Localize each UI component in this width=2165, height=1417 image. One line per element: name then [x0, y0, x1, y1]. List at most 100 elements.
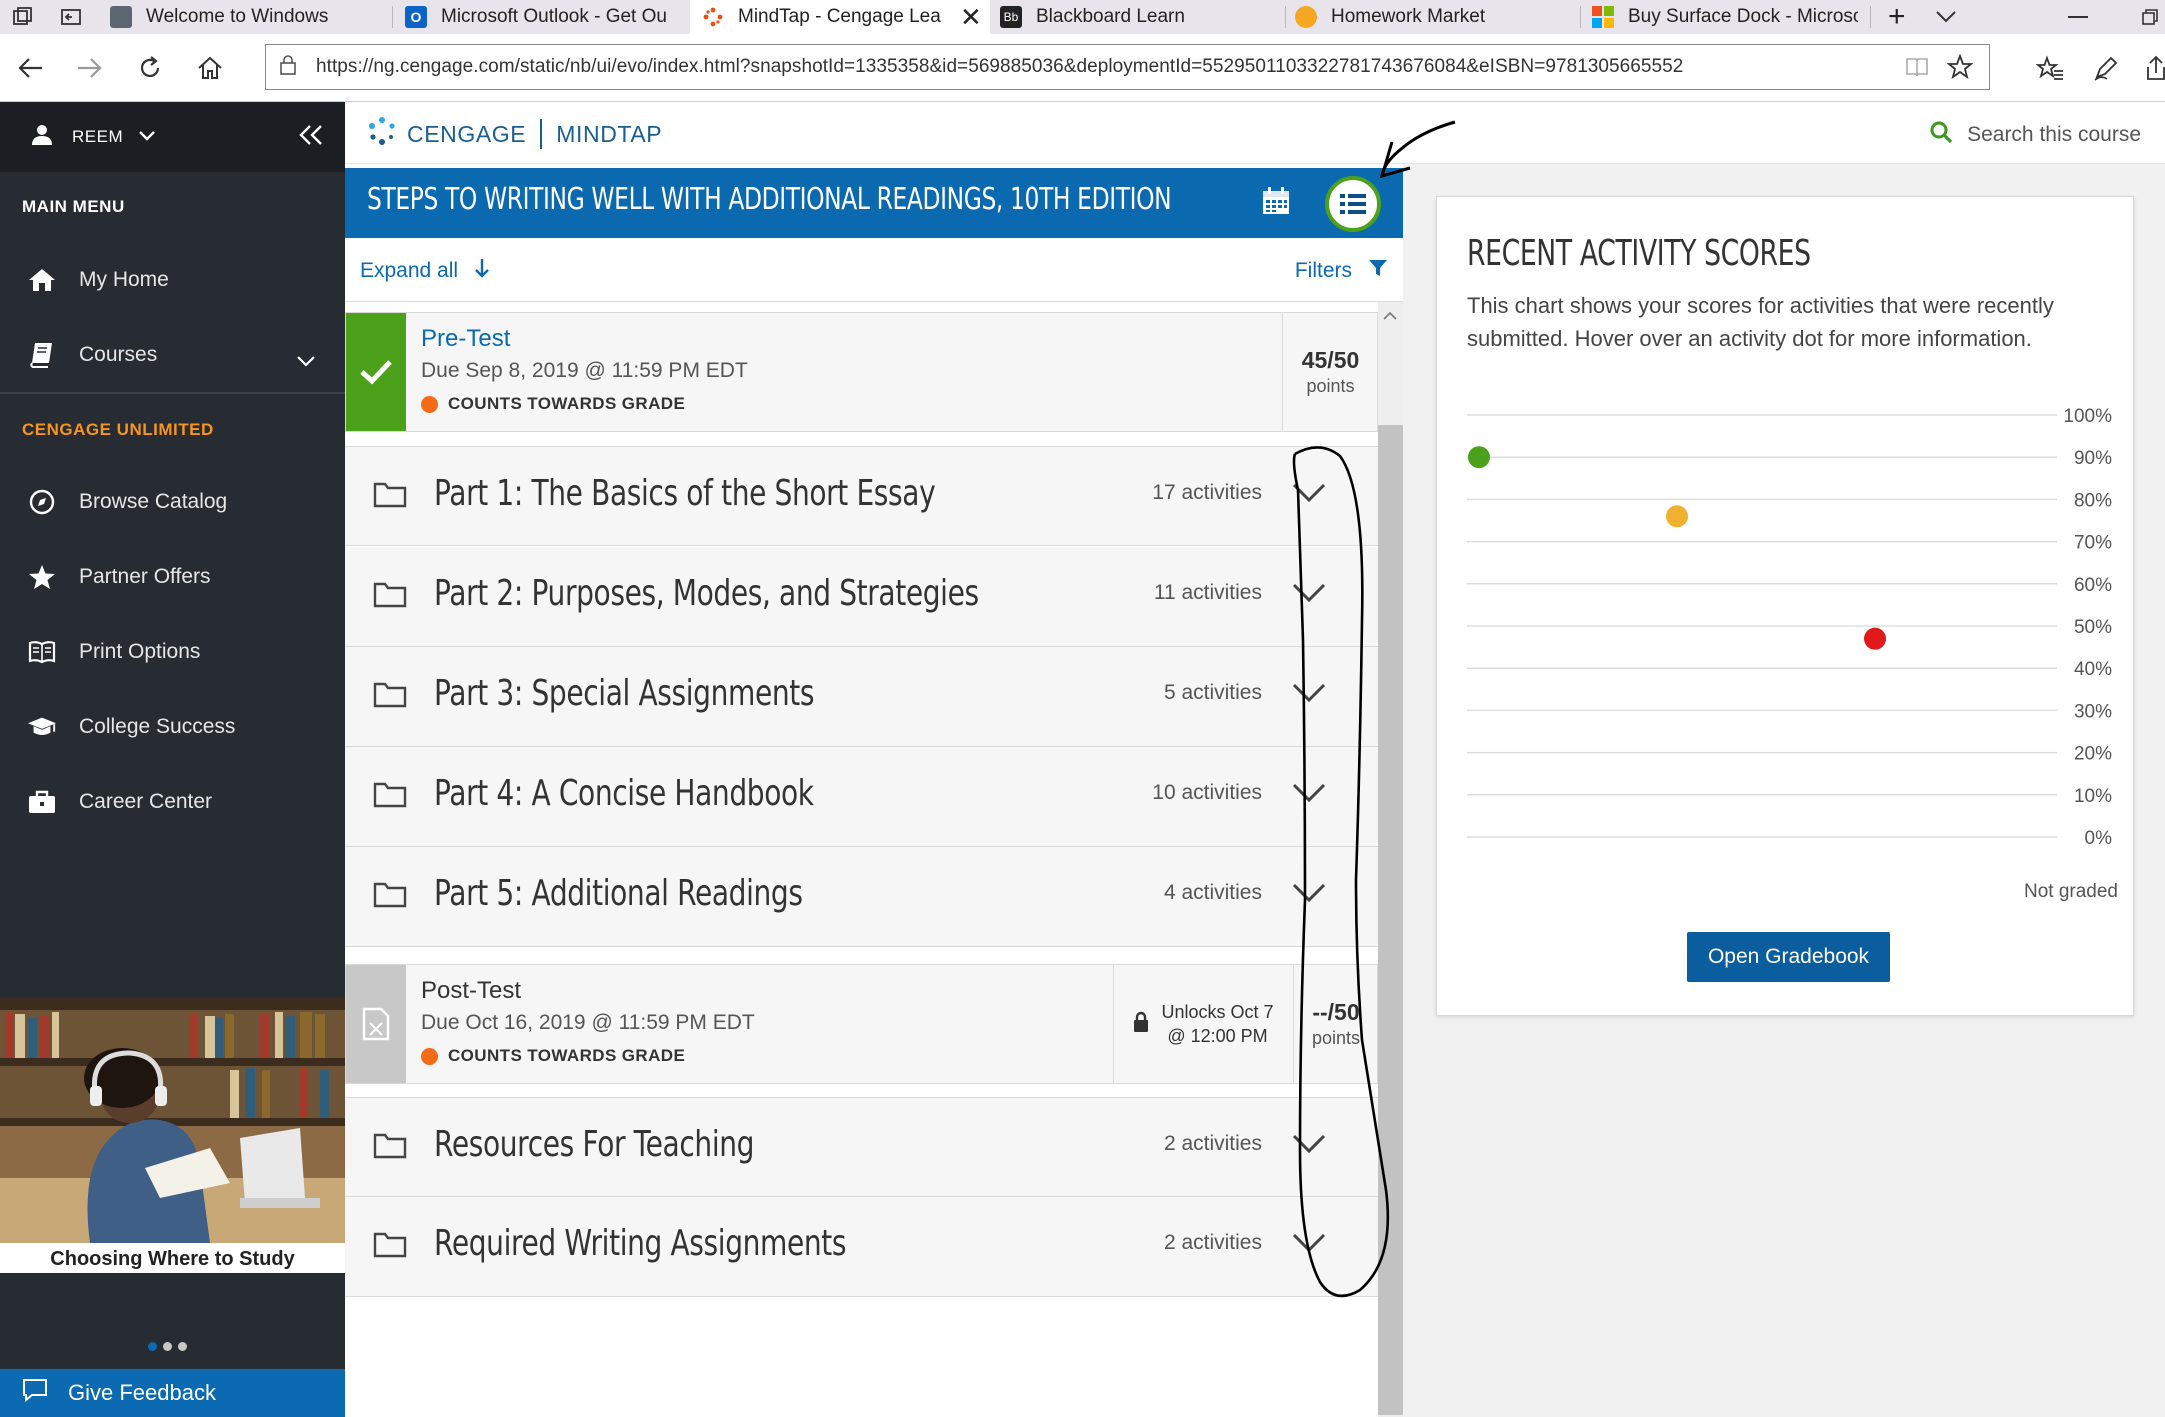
refresh-icon[interactable]	[130, 48, 170, 88]
tab-3[interactable]: Bb Blackboard Learn	[1000, 0, 1285, 34]
score-value: --/50	[1312, 999, 1360, 1025]
expand-chevron-icon[interactable]	[1292, 583, 1326, 603]
folder-icon	[373, 782, 407, 808]
unlock-time: @ 12:00 PM	[1167, 1026, 1268, 1046]
folder-icon	[373, 882, 407, 908]
set-aside-tabs-icon[interactable]	[60, 0, 90, 34]
chart-y-tick-label: 0%	[2085, 828, 2113, 849]
scroll-up-arrow-icon[interactable]	[1383, 308, 1397, 326]
collapse-sidebar-icon[interactable]	[299, 124, 323, 151]
unit-part-5[interactable]: Part 5: Additional Readings 4 activities	[345, 847, 1378, 947]
grade-label: COUNTS TOWARDS GRADE	[448, 394, 686, 413]
not-graded-label: Not graded	[2023, 881, 2118, 902]
list-view-icon[interactable]	[1325, 176, 1381, 232]
sidebar-divider	[0, 392, 345, 394]
activity-score-dot[interactable]	[1666, 505, 1688, 528]
unit-part-4[interactable]: Part 4: A Concise Handbook 10 activities	[345, 747, 1378, 847]
tab-2-active[interactable]: MindTap - Cengage Lea ✕	[690, 0, 990, 34]
tab-label: Welcome to Windows	[146, 6, 329, 27]
new-tab-icon[interactable]: +	[1888, 0, 1918, 34]
tab-4[interactable]: Homework Market	[1295, 0, 1580, 34]
grade-dot-icon	[421, 395, 438, 413]
microsoft-icon	[1592, 6, 1614, 28]
unit-part-1[interactable]: Part 1: The Basics of the Short Essay 17…	[345, 446, 1378, 546]
favorite-star-icon[interactable]	[1946, 53, 1974, 85]
posttest-title[interactable]: Post-Test	[421, 977, 521, 1005]
chat-bubble-icon	[22, 1378, 48, 1408]
sidebar-item-browse-catalog[interactable]: Browse Catalog	[0, 472, 345, 532]
posttest-score: --/50 points	[1293, 965, 1378, 1083]
sidebar-item-career-center[interactable]: Career Center	[0, 772, 345, 832]
favorites-hub-icon[interactable]	[2030, 48, 2070, 88]
share-icon[interactable]	[2136, 48, 2165, 88]
expand-chevron-icon[interactable]	[1292, 783, 1326, 803]
tab-separator	[1285, 6, 1286, 28]
course-search[interactable]: Search this course	[1929, 120, 2141, 150]
url-text: https://ng.cengage.com/static/nb/ui/evo/…	[316, 56, 1684, 77]
unit-resources-for-teaching[interactable]: Resources For Teaching 2 activities	[345, 1097, 1378, 1197]
sidebar-item-my-home[interactable]: My Home	[0, 250, 345, 310]
unit-title: Part 2: Purposes, Modes, and Strategies	[434, 573, 979, 614]
forward-icon[interactable]	[70, 48, 110, 88]
calendar-icon[interactable]	[1262, 187, 1290, 220]
expand-chevron-icon[interactable]	[1292, 1233, 1326, 1253]
unit-part-3[interactable]: Part 3: Special Assignments 5 activities	[345, 647, 1378, 747]
back-icon[interactable]	[10, 48, 50, 88]
sidebar-item-college-success[interactable]: College Success	[0, 697, 345, 757]
brand-divider	[540, 119, 543, 149]
promo-card[interactable]: Choosing Where to Study	[0, 998, 345, 1273]
unlock-info: Unlocks Oct 7 @ 12:00 PM	[1113, 965, 1293, 1083]
pen-annotate-icon[interactable]	[2086, 48, 2126, 88]
open-gradebook-button[interactable]: Open Gradebook	[1687, 932, 1890, 982]
filters-button[interactable]: Filters	[1295, 258, 1388, 284]
chart-y-tick-label: 90%	[2074, 448, 2112, 469]
sidebar-item-partner-offers[interactable]: Partner Offers	[0, 547, 345, 607]
chart-y-tick-label: 100%	[2063, 406, 2112, 427]
score-unit: points	[1306, 376, 1355, 396]
home-browser-icon[interactable]	[190, 48, 230, 88]
tab-actions-icon[interactable]	[12, 0, 42, 34]
tab-5[interactable]: Buy Surface Dock - Microso	[1592, 0, 1867, 34]
cengage-unlimited-heading: CENGAGE UNLIMITED	[22, 420, 214, 439]
sidebar-item-courses[interactable]: Courses	[0, 325, 345, 385]
url-field[interactable]: https://ng.cengage.com/static/nb/ui/evo/…	[265, 44, 1990, 90]
expand-all-button[interactable]: Expand all	[360, 258, 490, 284]
close-tab-icon[interactable]: ✕	[960, 2, 982, 33]
unit-activity-count: 11 activities	[1153, 581, 1262, 604]
brand-cengage: CENGAGE	[407, 120, 527, 147]
reading-view-icon[interactable]	[1905, 56, 1929, 83]
restore-window-icon[interactable]	[2140, 0, 2165, 34]
carousel-dot[interactable]	[163, 1342, 172, 1351]
sidebar-item-print-options[interactable]: Print Options	[0, 622, 345, 682]
scrollbar-thumb[interactable]	[1378, 425, 1403, 1415]
unit-required-writing-assignments[interactable]: Required Writing Assignments 2 activitie…	[345, 1197, 1378, 1297]
filters-label: Filters	[1294, 259, 1352, 282]
expand-chevron-icon[interactable]	[1292, 1134, 1326, 1154]
carousel-dot-active[interactable]	[148, 1342, 157, 1351]
score-value: 45/50	[1301, 347, 1360, 373]
pretest-item[interactable]: Pre-Test Due Sep 8, 2019 @ 11:59 PM EDT …	[345, 312, 1378, 432]
activity-score-dot[interactable]	[1864, 627, 1886, 650]
user-menu[interactable]: REEM	[0, 102, 345, 172]
give-feedback-button[interactable]: Give Feedback	[0, 1369, 345, 1417]
blackboard-icon: Bb	[1000, 6, 1022, 28]
pretest-title[interactable]: Pre-Test	[421, 325, 510, 353]
cengage-mindtap-logo[interactable]: CENGAGE MINDTAP	[367, 116, 662, 152]
posttest-item[interactable]: Post-Test Due Oct 16, 2019 @ 11:59 PM ED…	[345, 964, 1378, 1084]
browser-address-bar: https://ng.cengage.com/static/nb/ui/evo/…	[0, 34, 2165, 102]
expand-chevron-icon[interactable]	[1292, 483, 1326, 503]
tab-1[interactable]: O Microsoft Outlook - Get Ou	[405, 0, 690, 34]
carousel-dot[interactable]	[178, 1342, 187, 1351]
expand-chevron-icon[interactable]	[1292, 883, 1326, 903]
tab-label: Blackboard Learn	[1036, 6, 1185, 27]
tab-0[interactable]: Welcome to Windows	[110, 0, 385, 34]
course-title: STEPS TO WRITING WELL WITH ADDITIONAL RE…	[367, 182, 1172, 217]
activity-score-dot[interactable]	[1468, 446, 1490, 469]
unit-activity-count: 4 activities	[1163, 881, 1262, 904]
chart-y-tick-label: 50%	[2074, 617, 2112, 638]
unit-part-2[interactable]: Part 2: Purposes, Modes, and Strategies …	[345, 547, 1378, 647]
expand-chevron-icon[interactable]	[1292, 683, 1326, 703]
carousel-dots[interactable]	[148, 1342, 187, 1351]
minimize-icon[interactable]	[2068, 0, 2098, 34]
tab-list-chevron-icon[interactable]	[1935, 0, 1965, 34]
